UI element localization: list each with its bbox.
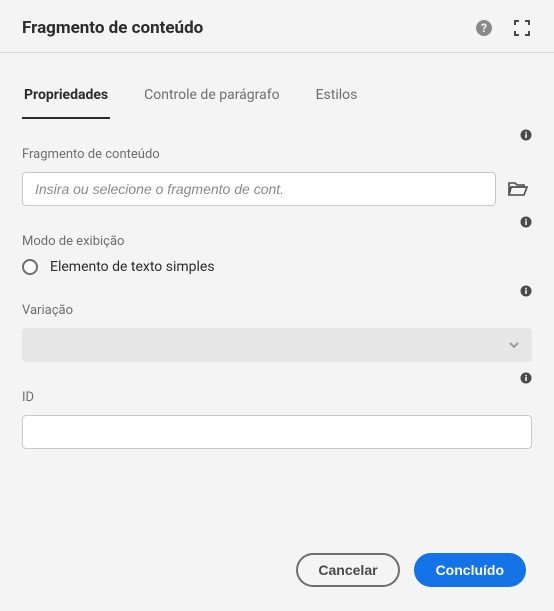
field-label: Modo de exibição <box>22 234 532 249</box>
help-icon[interactable]: ? <box>474 18 494 38</box>
field-id: ID <box>22 384 532 449</box>
info-icon[interactable] <box>520 216 532 228</box>
radio-icon <box>22 259 38 275</box>
field-label: Fragmento de conteúdo <box>22 147 532 162</box>
dialog-content: Fragmento de conteúdo Modo de exibição <box>0 141 554 449</box>
radio-label: Elemento de texto simples <box>50 259 215 275</box>
dialog-footer: Cancelar Concluído <box>0 529 554 611</box>
info-icon[interactable] <box>520 372 532 384</box>
tab-properties[interactable]: Propriedades <box>22 81 110 119</box>
content-fragment-dialog: Fragmento de conteúdo ? Propriedades Con… <box>0 0 554 611</box>
field-display-mode: Modo de exibição Elemento de texto simpl… <box>22 228 532 275</box>
content-fragment-input[interactable] <box>22 172 496 206</box>
chevron-down-icon <box>508 341 520 349</box>
dialog-title: Fragmento de conteúdo <box>22 18 456 38</box>
variation-select[interactable] <box>22 328 532 362</box>
tab-styles[interactable]: Estilos <box>314 81 360 119</box>
tab-paragraph-control[interactable]: Controle de parágrafo <box>142 81 281 119</box>
field-content-fragment: Fragmento de conteúdo <box>22 141 532 206</box>
field-label: Variação <box>22 303 532 318</box>
folder-open-icon[interactable] <box>504 172 532 206</box>
dialog-header: Fragmento de conteúdo ? <box>0 0 554 53</box>
done-button[interactable]: Concluído <box>414 553 526 587</box>
field-label: ID <box>22 390 532 405</box>
cancel-button[interactable]: Cancelar <box>296 553 399 587</box>
fullscreen-icon[interactable] <box>512 18 532 38</box>
info-icon[interactable] <box>520 285 532 297</box>
id-input[interactable] <box>22 415 532 449</box>
tabs: Propriedades Controle de parágrafo Estil… <box>0 81 554 119</box>
radio-option-simple-text[interactable]: Elemento de texto simples <box>22 259 532 275</box>
info-icon[interactable] <box>520 129 532 141</box>
field-variation: Variação <box>22 297 532 362</box>
svg-text:?: ? <box>481 21 487 35</box>
